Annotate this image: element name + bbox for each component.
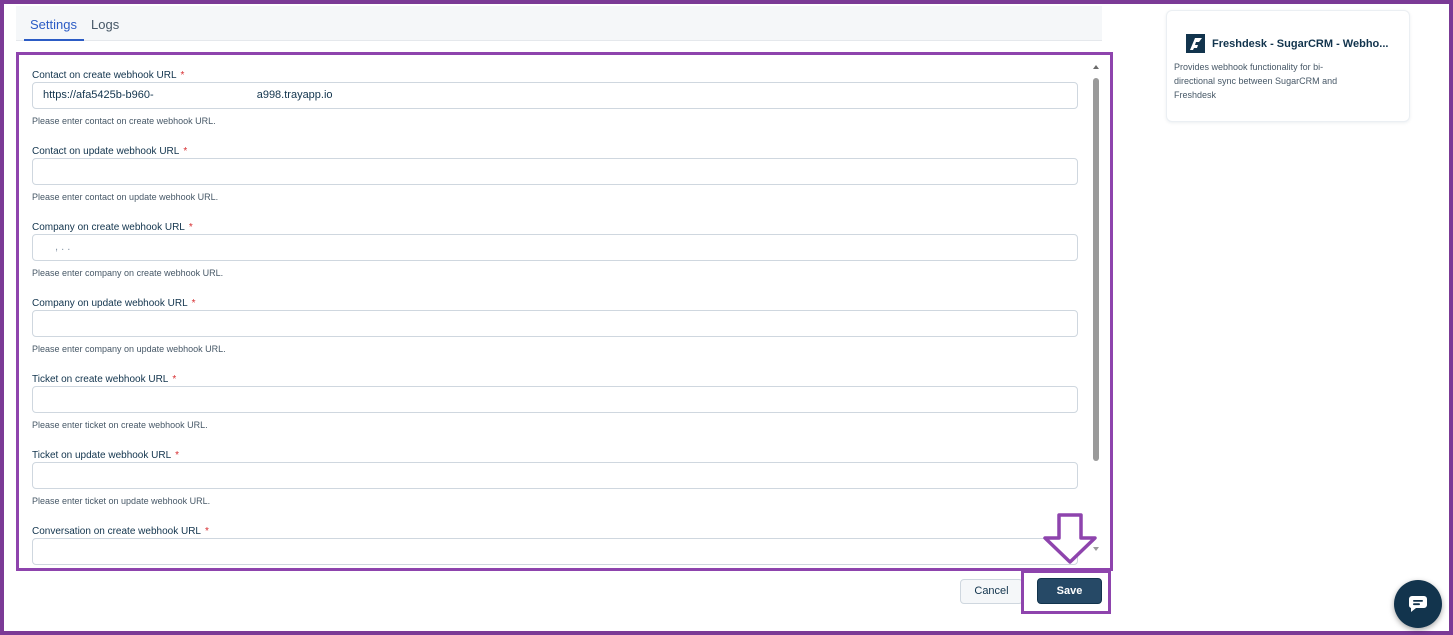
contact-create-value-end: a998.trayapp.io <box>256 89 333 101</box>
form-scrollbar[interactable] <box>1090 61 1102 557</box>
company-update-hint: Please enter company on update webhook U… <box>32 344 226 354</box>
conversation-create-label: Conversation on create webhook URL * <box>32 526 209 537</box>
contact-create-input[interactable]: https://afa5425b-b960- a998.trayapp.io <box>32 82 1078 109</box>
company-update-label: Company on update webhook URL * <box>32 298 196 309</box>
app-name: Freshdesk - SugarCRM - Webho... <box>1212 38 1389 50</box>
contact-create-label: Contact on create webhook URL * <box>32 70 185 81</box>
ticket-update-label: Ticket on update webhook URL * <box>32 450 180 461</box>
ticket-create-input[interactable] <box>32 386 1078 413</box>
chat-bubble-icon <box>1408 596 1427 612</box>
company-create-hint: Please enter company on create webhook U… <box>32 268 224 278</box>
ticket-create-hint: Please enter ticket on create webhook UR… <box>32 420 208 430</box>
scroll-up-arrow-icon[interactable] <box>1093 65 1099 69</box>
chat-widget-button[interactable] <box>1394 580 1442 628</box>
company-create-input[interactable]: , . . <box>32 234 1078 261</box>
freshdesk-logo-icon <box>1186 34 1205 53</box>
scroll-thumb[interactable] <box>1093 78 1099 461</box>
settings-form: Contact on create webhook URL * https://a… <box>16 52 1113 571</box>
contact-update-input[interactable] <box>32 158 1078 185</box>
app-description: Provides webhook functionality for bi-di… <box>1174 62 1338 100</box>
ticket-update-input[interactable] <box>32 462 1078 489</box>
contact-create-hint: Please enter contact on create webhook U… <box>32 116 216 126</box>
company-update-input[interactable] <box>32 310 1078 337</box>
contact-update-label: Contact on update webhook URL * <box>32 146 188 157</box>
tab-settings[interactable]: Settings <box>30 17 77 32</box>
tab-logs[interactable]: Logs <box>91 17 119 32</box>
down-arrow-icon <box>1043 513 1097 564</box>
tab-bar: Settings Logs <box>16 6 1102 41</box>
app-info-card: Freshdesk - SugarCRM - Webho... Provides… <box>1166 10 1410 122</box>
company-create-label: Company on create webhook URL * <box>32 222 193 233</box>
active-tab-indicator <box>24 39 84 41</box>
cancel-button[interactable]: Cancel <box>960 579 1023 604</box>
conversation-create-input[interactable] <box>32 538 1078 565</box>
save-button[interactable]: Save <box>1037 578 1102 604</box>
ticket-create-label: Ticket on create webhook URL * <box>32 374 177 385</box>
ticket-update-hint: Please enter ticket on update webhook UR… <box>32 496 211 506</box>
contact-create-value-start: https://afa5425b-b960- <box>43 89 154 101</box>
contact-update-hint: Please enter contact on update webhook U… <box>32 192 219 202</box>
